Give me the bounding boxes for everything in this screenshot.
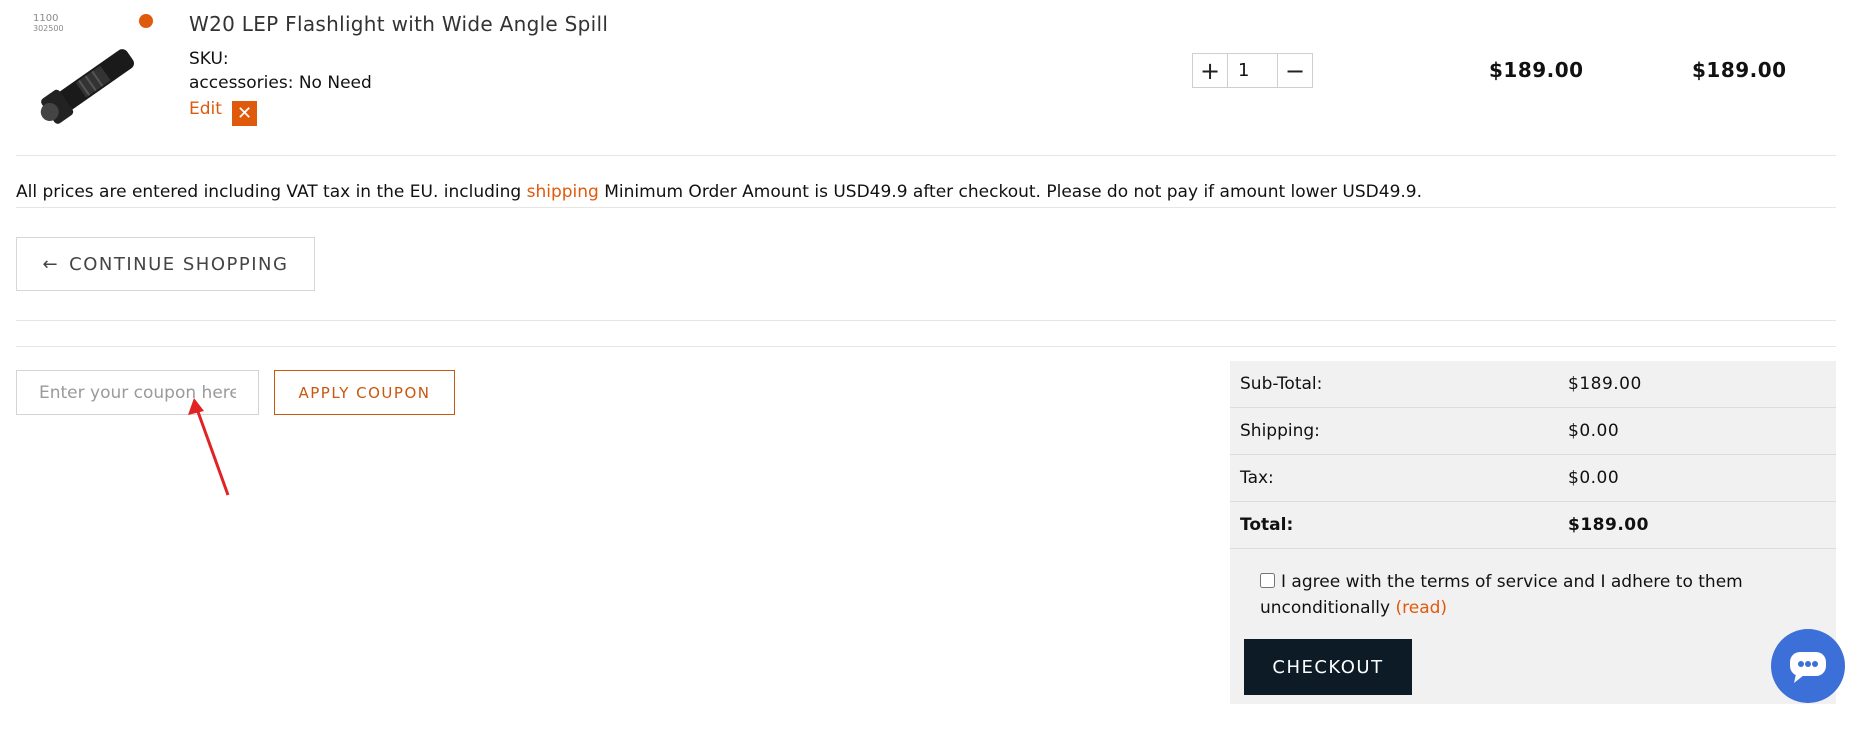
chat-icon xyxy=(1790,652,1826,683)
close-icon: ✕ xyxy=(236,102,253,124)
apply-coupon-button[interactable]: APPLY COUPON xyxy=(274,370,455,415)
chat-button[interactable] xyxy=(1771,629,1845,703)
terms-read-link[interactable]: (read) xyxy=(1395,598,1447,618)
subtotal-value: $189.00 xyxy=(1568,374,1642,394)
subtotal-label: Sub-Total: xyxy=(1240,374,1323,394)
divider xyxy=(16,155,1836,156)
subtotal-row: Sub-Total: $189.00 xyxy=(1230,361,1836,408)
divider xyxy=(16,320,1836,321)
divider xyxy=(16,207,1836,208)
tax-row: Tax: $0.00 xyxy=(1230,455,1836,502)
checkout-button[interactable]: CHECKOUT xyxy=(1244,639,1412,695)
product-thumbnail[interactable]: 1100 302500 xyxy=(30,6,158,126)
shipping-link[interactable]: shipping xyxy=(527,182,599,202)
vat-notice: All prices are entered including VAT tax… xyxy=(16,182,1422,202)
quantity-decrease-button[interactable]: − xyxy=(1277,54,1312,87)
quantity-input[interactable]: 1 xyxy=(1227,54,1277,87)
annotation-arrow xyxy=(188,398,230,496)
order-summary-panel: Sub-Total: $189.00 Shipping: $0.00 Tax: … xyxy=(1230,361,1836,704)
divider xyxy=(16,346,1836,347)
shipping-label: Shipping: xyxy=(1240,421,1320,441)
svg-text:302500: 302500 xyxy=(33,24,64,33)
notice-text-end: Minimum Order Amount is USD49.9 after ch… xyxy=(598,182,1423,202)
shipping-value: $0.00 xyxy=(1568,421,1620,441)
product-title[interactable]: W20 LEP Flashlight with Wide Angle Spill xyxy=(189,12,608,36)
line-total: $189.00 xyxy=(1692,58,1787,82)
shipping-row: Shipping: $0.00 xyxy=(1230,408,1836,455)
arrow-left-icon: ← xyxy=(42,253,60,275)
total-value: $189.00 xyxy=(1568,515,1649,535)
remove-item-button[interactable]: ✕ xyxy=(232,101,257,126)
terms-checkbox[interactable] xyxy=(1260,573,1275,588)
tax-label: Tax: xyxy=(1240,468,1274,488)
continue-shopping-button[interactable]: ← CONTINUE SHOPPING xyxy=(16,237,315,291)
total-label: Total: xyxy=(1240,515,1294,535)
tax-value: $0.00 xyxy=(1568,468,1620,488)
terms-agreement: I agree with the terms of service and I … xyxy=(1260,569,1820,621)
unit-price: $189.00 xyxy=(1489,58,1584,82)
total-row: Total: $189.00 xyxy=(1230,502,1836,549)
quantity-increase-button[interactable]: + xyxy=(1193,54,1227,87)
product-sku: SKU: xyxy=(189,49,229,69)
plus-icon: + xyxy=(1199,56,1221,85)
edit-link[interactable]: Edit xyxy=(189,99,222,119)
minus-icon: − xyxy=(1284,56,1306,85)
notice-text: All prices are entered including VAT tax… xyxy=(16,182,527,202)
quantity-stepper: + 1 − xyxy=(1192,53,1313,88)
continue-shopping-label: CONTINUE SHOPPING xyxy=(69,253,289,275)
terms-text: I agree with the terms of service and I … xyxy=(1260,572,1743,618)
svg-text:1100: 1100 xyxy=(33,13,58,24)
product-accessories: accessories: No Need xyxy=(189,73,372,93)
